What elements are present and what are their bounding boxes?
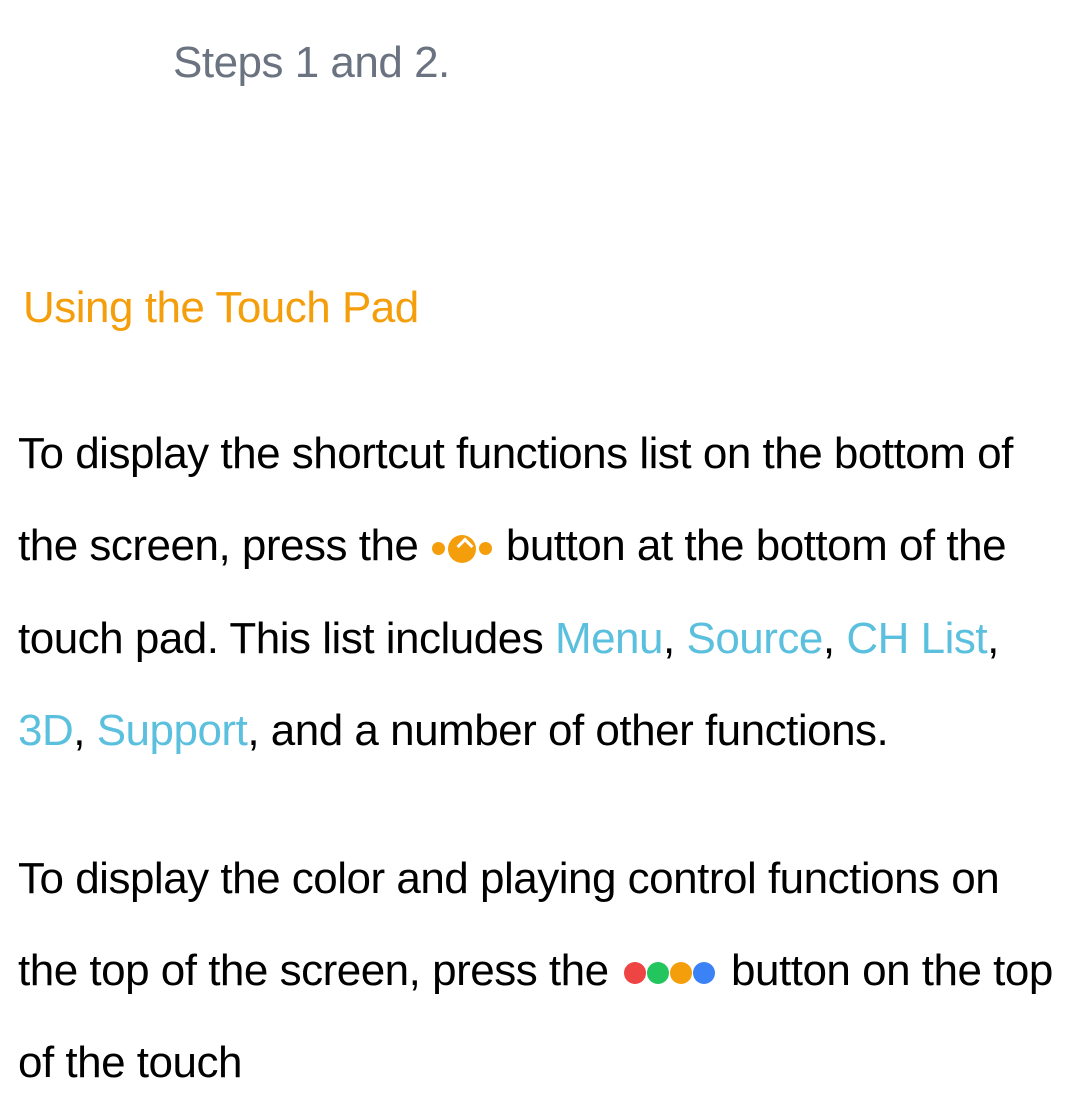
link-chlist[interactable]: CH List [846, 614, 987, 663]
green-dot-icon [647, 962, 669, 984]
comma: , [73, 706, 96, 755]
comma: , [663, 614, 686, 663]
red-dot-icon [624, 962, 646, 984]
paragraph-1: To display the shortcut functions list o… [18, 408, 1058, 778]
color-dots-icon [624, 962, 715, 984]
paragraph-2: To display the color and playing control… [18, 833, 1058, 1110]
link-menu[interactable]: Menu [555, 614, 663, 663]
para1-seg3: , and a number of other functions. [247, 706, 888, 755]
link-3d[interactable]: 3D [18, 706, 73, 755]
comma: , [987, 614, 999, 663]
shortcut-button-icon [432, 535, 492, 563]
orange-dot-icon [670, 962, 692, 984]
steps-line: Steps 1 and 2. [173, 38, 1062, 88]
link-source[interactable]: Source [686, 614, 822, 663]
comma: , [823, 614, 846, 663]
blue-dot-icon [693, 962, 715, 984]
link-support[interactable]: Support [97, 706, 248, 755]
section-heading: Using the Touch Pad [23, 283, 1062, 333]
